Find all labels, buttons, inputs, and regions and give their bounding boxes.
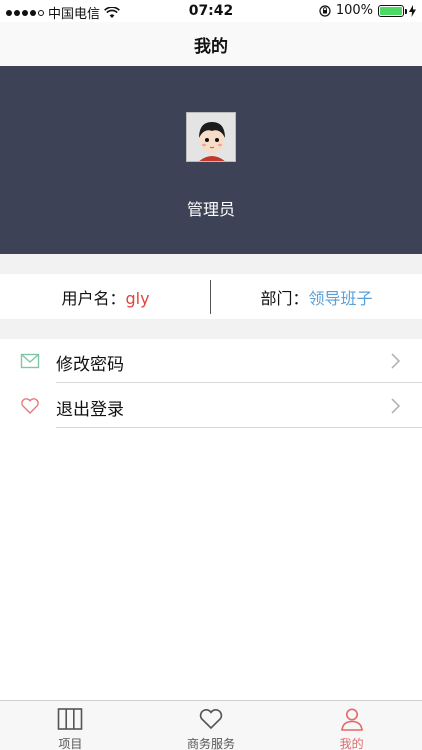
info-divider: [210, 280, 211, 314]
heart-icon: [199, 709, 223, 730]
status-right: 100%: [319, 3, 416, 18]
avatar-cartoon-icon: [187, 113, 235, 161]
change-password-item[interactable]: 修改密码: [0, 339, 422, 383]
section-spacer: [0, 319, 422, 339]
chevron-right-icon: [391, 353, 401, 369]
logout-label: 退出登录: [56, 400, 124, 420]
username-label: 用户名：: [61, 288, 126, 308]
heart-icon: [21, 398, 39, 414]
username-value: gly: [125, 288, 150, 308]
battery-percent: 100%: [335, 3, 373, 18]
columns-icon: [58, 708, 83, 730]
person-icon: [340, 708, 363, 731]
status-bar: 中国电信 07:42 100%: [0, 0, 422, 22]
charging-icon: [409, 4, 416, 17]
department-value: 领导班子: [308, 288, 373, 308]
profile-name: 管理员: [186, 200, 235, 219]
menu-divider: [56, 382, 422, 383]
nav-bar: 我的: [0, 22, 422, 66]
tab-bar: 项目 商务服务 我的: [0, 700, 422, 750]
department-cell: 部门：领导班子: [211, 285, 422, 309]
department-label: 部门：: [260, 288, 309, 308]
tab-projects-label: 项目: [58, 737, 83, 750]
avatar[interactable]: [186, 112, 236, 162]
tab-mine[interactable]: 我的: [281, 701, 422, 750]
page-title: 我的: [194, 36, 228, 57]
change-password-label: 修改密码: [56, 355, 124, 375]
menu-divider: [56, 427, 422, 428]
chevron-right-icon: [391, 398, 401, 414]
tab-projects[interactable]: 项目: [0, 701, 141, 750]
tab-mine-label: 我的: [339, 737, 364, 750]
mail-icon: [20, 353, 40, 369]
rotation-lock-icon: [319, 4, 331, 17]
user-info-row: 用户名：gly 部门：领导班子: [0, 274, 422, 319]
tab-business-services-label: 商务服务: [186, 737, 235, 750]
profile-header: 管理员: [0, 66, 422, 254]
tab-business-services[interactable]: 商务服务: [141, 701, 282, 750]
username-cell: 用户名：gly: [0, 285, 211, 309]
logout-item[interactable]: 退出登录: [0, 384, 422, 428]
battery-icon: [378, 4, 407, 17]
section-spacer: [0, 254, 422, 274]
